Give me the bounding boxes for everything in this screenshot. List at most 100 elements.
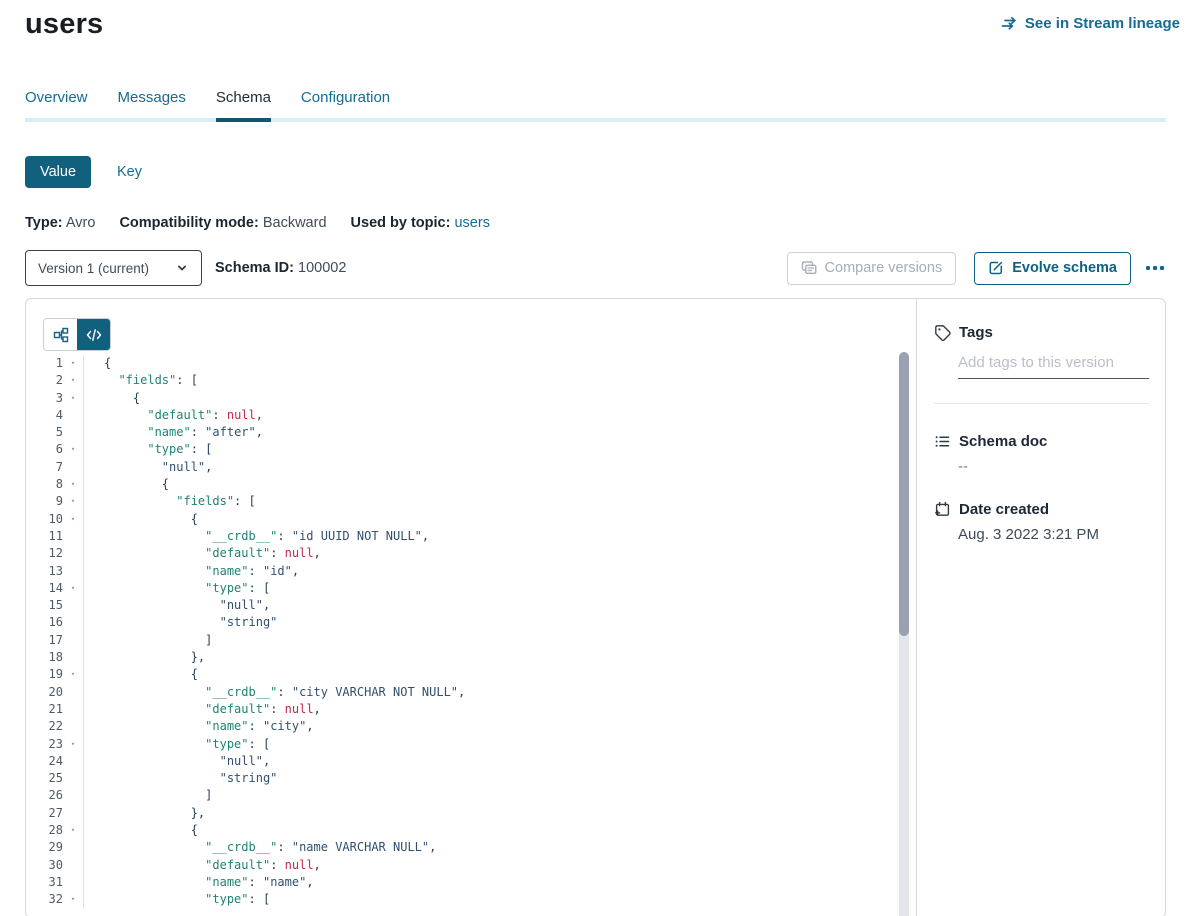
topic-link[interactable]: users	[454, 215, 489, 231]
tab-messages[interactable]: Messages	[118, 89, 186, 118]
code-line: 27 },	[26, 805, 916, 822]
fold-toggle-icon[interactable]: ▾	[63, 736, 84, 753]
schema-id-label: Schema ID:	[215, 260, 294, 276]
fold-gutter	[63, 528, 84, 545]
stream-lineage-label: See in Stream lineage	[1025, 15, 1180, 32]
stream-lineage-icon	[1001, 16, 1018, 31]
line-number: 26	[41, 787, 63, 804]
line-number: 7	[41, 459, 63, 476]
code-line-content: ]	[84, 632, 212, 649]
key-toggle-button[interactable]: Key	[117, 164, 142, 180]
fold-toggle-icon[interactable]: ▾	[63, 891, 84, 908]
schema-doc-title: Schema doc	[959, 433, 1047, 450]
tree-view-icon	[53, 327, 69, 343]
schema-card: 1▾{2▾ "fields": [3▾ {4 "default": null,5…	[25, 298, 1166, 916]
tree-view-button[interactable]	[44, 319, 77, 350]
tag-icon	[934, 324, 951, 341]
code-line: 32▾ "type": [	[26, 891, 916, 908]
tab-configuration[interactable]: Configuration	[301, 89, 390, 118]
fold-toggle-icon[interactable]: ▾	[63, 476, 84, 493]
fold-toggle-icon[interactable]: ▾	[63, 441, 84, 458]
line-number: 1	[41, 355, 63, 372]
code-line-content: {	[84, 390, 140, 407]
code-scrollbar-thumb[interactable]	[899, 352, 909, 636]
fold-gutter	[63, 614, 84, 631]
fold-gutter	[63, 770, 84, 787]
fold-gutter	[63, 787, 84, 804]
calendar-add-icon	[934, 501, 951, 518]
tab-bar: Overview Messages Schema Configuration	[25, 89, 1189, 118]
fold-gutter	[63, 857, 84, 874]
fold-gutter	[63, 701, 84, 718]
line-number: 18	[41, 649, 63, 666]
code-line-content: "string"	[84, 614, 277, 631]
tab-schema[interactable]: Schema	[216, 89, 271, 118]
fold-toggle-icon[interactable]: ▾	[63, 372, 84, 389]
code-view-button[interactable]	[77, 319, 110, 350]
code-line-content: "type": [	[84, 441, 212, 458]
code-line: 25 "string"	[26, 770, 916, 787]
code-line: 17 ]	[26, 632, 916, 649]
fold-toggle-icon[interactable]: ▾	[63, 666, 84, 683]
schema-sidebar: Tags Schema doc --	[917, 299, 1165, 916]
schema-type-toggle: Value Key	[25, 156, 1189, 188]
line-number: 23	[41, 736, 63, 753]
edit-schema-icon	[988, 260, 1004, 276]
code-lines: 1▾{2▾ "fields": [3▾ {4 "default": null,5…	[26, 355, 916, 909]
compare-versions-button[interactable]: Compare versions	[787, 252, 957, 285]
fold-toggle-icon[interactable]: ▾	[63, 580, 84, 597]
more-options-button[interactable]	[1144, 260, 1166, 276]
date-created-title: Date created	[959, 501, 1049, 518]
code-line-content: "name": "after",	[84, 424, 263, 441]
line-number: 25	[41, 770, 63, 787]
list-icon	[934, 433, 951, 450]
line-number: 4	[41, 407, 63, 424]
view-mode-toggle	[43, 318, 111, 351]
code-line-content: {	[84, 511, 198, 528]
fold-gutter	[63, 545, 84, 562]
type-value: Avro	[66, 215, 96, 231]
tags-input[interactable]	[958, 354, 1149, 379]
line-number: 5	[41, 424, 63, 441]
chevron-down-icon	[175, 261, 189, 275]
date-created-value: Aug. 3 2022 3:21 PM	[958, 526, 1149, 543]
code-line-content: "null",	[84, 597, 270, 614]
fold-toggle-icon[interactable]: ▾	[63, 511, 84, 528]
value-toggle-button[interactable]: Value	[25, 156, 91, 188]
stream-lineage-link[interactable]: See in Stream lineage	[1001, 15, 1180, 32]
evolve-schema-label: Evolve schema	[1012, 260, 1117, 276]
evolve-schema-button[interactable]: Evolve schema	[974, 252, 1131, 285]
dot-icon	[1153, 266, 1157, 270]
tags-title: Tags	[959, 324, 993, 341]
line-number: 3	[41, 390, 63, 407]
code-line-content: "__crdb__": "id UUID NOT NULL",	[84, 528, 429, 545]
version-bar: Version 1 (current) Schema ID: 100002 Co…	[25, 250, 1166, 286]
fold-toggle-icon[interactable]: ▾	[63, 822, 84, 839]
fold-gutter	[63, 684, 84, 701]
fold-gutter	[63, 649, 84, 666]
code-scrollbar[interactable]	[899, 352, 909, 916]
dot-icon	[1146, 266, 1150, 270]
code-line-content: "name": "city",	[84, 718, 314, 735]
code-line: 21 "default": null,	[26, 701, 916, 718]
code-line-content: {	[84, 666, 198, 683]
tab-overview[interactable]: Overview	[25, 89, 88, 118]
compatibility-value: Backward	[263, 215, 327, 231]
tab-track	[25, 118, 1166, 122]
code-line-content: "name": "id",	[84, 563, 299, 580]
fold-toggle-icon[interactable]: ▾	[63, 390, 84, 407]
version-select[interactable]: Version 1 (current)	[25, 250, 202, 286]
fold-toggle-icon[interactable]: ▾	[63, 355, 84, 372]
code-line: 13 "name": "id",	[26, 563, 916, 580]
line-number: 30	[41, 857, 63, 874]
code-line: 10▾ {	[26, 511, 916, 528]
fold-gutter	[63, 407, 84, 424]
used-by-topic-label: Used by topic:	[351, 215, 451, 231]
fold-gutter	[63, 805, 84, 822]
fold-toggle-icon[interactable]: ▾	[63, 493, 84, 510]
code-line: 5 "name": "after",	[26, 424, 916, 441]
line-number: 10	[41, 511, 63, 528]
code-line-content: "fields": [	[84, 372, 198, 389]
code-line-content: {	[84, 355, 111, 372]
code-toolbar	[26, 299, 916, 351]
